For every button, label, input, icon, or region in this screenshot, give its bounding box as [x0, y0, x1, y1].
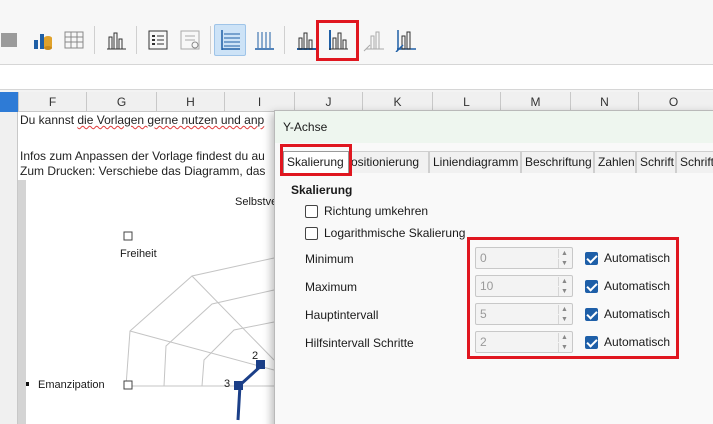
column-header[interactable]: H — [156, 92, 224, 112]
all-axes-icon[interactable] — [390, 24, 422, 56]
horizontal-grids-icon[interactable] — [214, 24, 246, 56]
cell-text-part: Du kannst — [20, 113, 75, 127]
column-header[interactable]: N — [570, 92, 638, 112]
axis-label-freiheit: Freiheit — [120, 248, 157, 260]
column-header[interactable]: J — [294, 92, 362, 112]
tab-schrifteffekte[interactable]: Schrifte — [676, 151, 713, 173]
checkbox-box[interactable] — [305, 204, 318, 218]
sheet-strip — [18, 180, 26, 424]
column-header[interactable]: M — [500, 92, 570, 112]
chart-type-icon[interactable] — [58, 24, 90, 56]
toolbar-separator — [210, 26, 211, 54]
minimum-label: Minimum — [305, 252, 354, 266]
section-title: Skalierung — [291, 183, 353, 197]
column-header[interactable]: O — [638, 92, 708, 112]
chart-data-icon[interactable] — [0, 24, 26, 56]
tab-positionierung[interactable]: Positionierung — [349, 151, 429, 173]
logarithmic-scale-label: Logarithmische Skalierung — [324, 226, 466, 240]
axis-label-emanzipation: Emanzipation — [38, 379, 105, 391]
dialog-title: Y-Achse — [275, 111, 713, 143]
select-all-corner[interactable] — [0, 92, 18, 112]
label-handle — [123, 380, 133, 390]
column-header[interactable]: F — [18, 92, 86, 112]
y-axis-dialog: Y-Achse Skalierung Positionierung Linien… — [274, 110, 713, 424]
data-point-marker — [234, 381, 243, 390]
maximum-label: Maximum — [305, 280, 358, 294]
vertical-grids-icon[interactable] — [248, 24, 280, 56]
axis-label-selbst: Selbstve — [235, 196, 278, 208]
tick-label: 3 — [224, 378, 231, 390]
fields-highlight — [467, 237, 679, 359]
y-axis-highlight — [316, 20, 359, 61]
cell-text-part: die Vorlagen gerne nutzen und anp — [77, 113, 265, 127]
major-interval-label: Hauptintervall — [305, 308, 379, 322]
z-axis-icon[interactable] — [358, 24, 390, 56]
label-handle — [123, 231, 133, 241]
toolbar-separator — [136, 26, 137, 54]
format-selection-icon[interactable] — [174, 24, 206, 56]
legend-icon[interactable] — [142, 24, 174, 56]
calc-window: F G H I J K L M N O Du kannst die Vorlag… — [0, 0, 713, 424]
row-header-bar — [0, 112, 18, 424]
cell-text-line-2[interactable]: Infos zum Anpassen der Vorlage findest d… — [20, 149, 265, 163]
checkbox-box[interactable] — [305, 226, 318, 240]
formula-bar[interactable] — [0, 64, 713, 90]
logarithmic-scale-checkbox[interactable]: Logarithmische Skalierung — [305, 226, 465, 240]
bar-chart-icon[interactable] — [100, 24, 132, 56]
tab-schrift[interactable]: Schrift — [636, 151, 676, 173]
column-header[interactable]: K — [362, 92, 432, 112]
cell-text-line-3[interactable]: Zum Drucken: Verschiebe das Diagramm, da… — [20, 164, 265, 178]
data-table-icon[interactable] — [26, 24, 58, 56]
column-header[interactable]: G — [86, 92, 156, 112]
column-header-bar: F G H I J K L M N O — [0, 92, 713, 112]
chart-toolbar — [0, 0, 713, 64]
column-header[interactable]: I — [224, 92, 294, 112]
tab-beschriftung[interactable]: Beschriftung — [521, 151, 594, 173]
tab-zahlen[interactable]: Zahlen — [594, 151, 636, 173]
tab-liniendiagramm[interactable]: Liniendiagramm — [429, 151, 521, 173]
skalierung-tab-highlight — [280, 144, 352, 176]
column-header[interactable]: L — [432, 92, 500, 112]
minor-interval-label: Hilfsintervall Schritte — [305, 336, 414, 350]
tab-label: Positionierung — [349, 155, 420, 169]
reverse-direction-label: Richtung umkehren — [324, 204, 429, 218]
cell-text-line-1[interactable]: Du kannst die Vorlagen gerne nutzen und … — [20, 113, 264, 127]
selection-handle — [26, 382, 29, 386]
tick-label: 2 — [252, 350, 259, 362]
toolbar-separator — [94, 26, 95, 54]
reverse-direction-checkbox[interactable]: Richtung umkehren — [305, 204, 428, 218]
toolbar-separator — [284, 26, 285, 54]
